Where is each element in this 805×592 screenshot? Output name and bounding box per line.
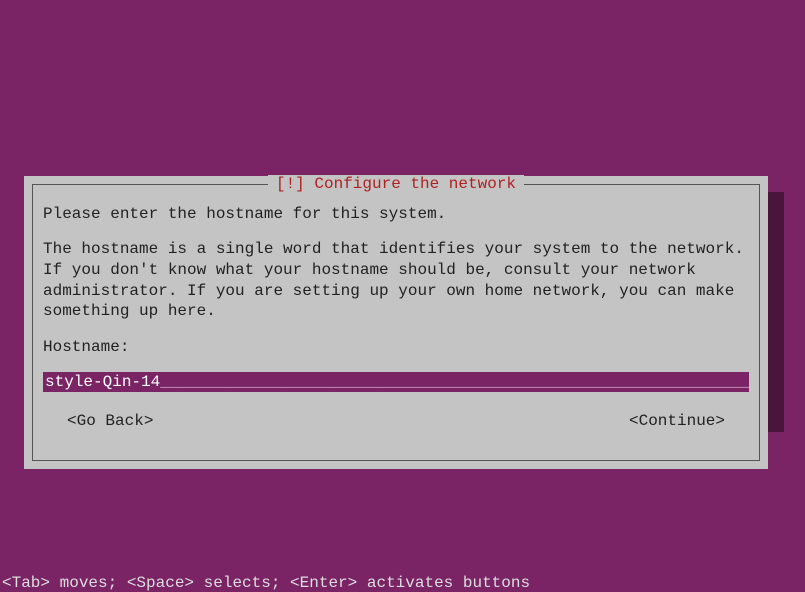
go-back-button[interactable]: <Go Back> bbox=[67, 412, 153, 430]
input-underline-fill: ________________________________________… bbox=[160, 373, 749, 391]
help-text: The hostname is a single word that ident… bbox=[43, 239, 749, 322]
hostname-input[interactable]: style-Qin-14____________________________… bbox=[43, 372, 749, 392]
continue-button[interactable]: <Continue> bbox=[629, 412, 725, 430]
dialog-title: [!] Configure the network bbox=[268, 175, 524, 193]
hostname-value: style-Qin-14 bbox=[45, 373, 160, 391]
prompt-text: Please enter the hostname for this syste… bbox=[43, 205, 749, 223]
hostname-label: Hostname: bbox=[43, 338, 749, 356]
button-row: <Go Back> <Continue> bbox=[43, 412, 749, 430]
configure-network-dialog: [!] Configure the network Please enter t… bbox=[24, 176, 768, 469]
footer-keybindings: <Tab> moves; <Space> selects; <Enter> ac… bbox=[2, 574, 530, 592]
dialog-frame: [!] Configure the network Please enter t… bbox=[32, 184, 760, 461]
